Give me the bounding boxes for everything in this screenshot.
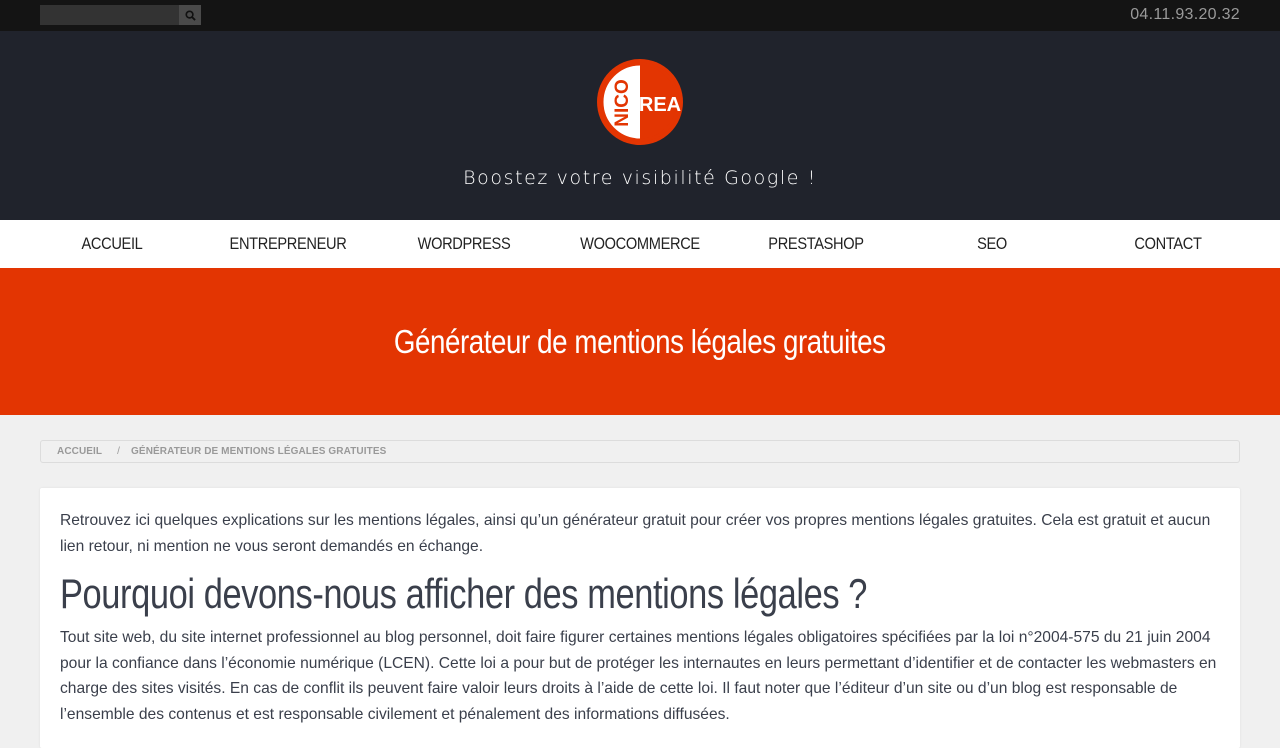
svg-text:REA: REA [639, 94, 681, 116]
breadcrumb-current: GÉNÉRATEUR DE MENTIONS LÉGALES GRATUITES [131, 446, 387, 457]
nav-item-contact[interactable]: CONTACT [1092, 220, 1243, 268]
body-paragraph: Tout site web, du site internet professi… [60, 629, 1217, 723]
site-logo[interactable]: NICO REA [596, 58, 684, 151]
top-bar: 04.11.93.20.32 [0, 0, 1280, 31]
nav-item-prestashop[interactable]: PRESTASHOP [740, 220, 891, 268]
search-button[interactable] [179, 5, 201, 25]
breadcrumb: ACCUEIL / GÉNÉRATEUR DE MENTIONS LÉGALES… [40, 440, 1240, 463]
main-nav: ACCUEIL ENTREPRENEUR WORDPRESS WOOCOMMER… [0, 220, 1280, 268]
main-content: Retrouvez ici quelques explications sur … [40, 488, 1240, 748]
svg-text:NICO: NICO [612, 79, 633, 127]
site-tagline: Boostez votre visibilité Google ! [463, 167, 817, 189]
nav-item-wordpress[interactable]: WORDPRESS [388, 220, 539, 268]
phone-number[interactable]: 04.11.93.20.32 [1130, 6, 1240, 24]
page-hero: Générateur de mentions légales gratuites [0, 268, 1280, 415]
search-input[interactable] [40, 5, 179, 25]
nav-item-seo[interactable]: SEO [916, 220, 1067, 268]
breadcrumb-home-link[interactable]: ACCUEIL [57, 446, 102, 457]
section-heading: Pourquoi devons-nous afficher des mentio… [60, 570, 868, 617]
search-icon [184, 9, 196, 21]
breadcrumb-separator: / [117, 446, 121, 457]
site-header: NICO REA Boostez votre visibilité Google… [0, 31, 1280, 220]
intro-paragraph: Retrouvez ici quelques explications sur … [60, 512, 1211, 555]
nav-item-woocommerce[interactable]: WOOCOMMERCE [564, 220, 715, 268]
page-title: Générateur de mentions légales gratuites [394, 322, 886, 360]
nav-item-accueil[interactable]: ACCUEIL [36, 220, 187, 268]
search-form [40, 5, 201, 25]
nav-item-entrepreneur[interactable]: ENTREPRENEUR [212, 220, 363, 268]
